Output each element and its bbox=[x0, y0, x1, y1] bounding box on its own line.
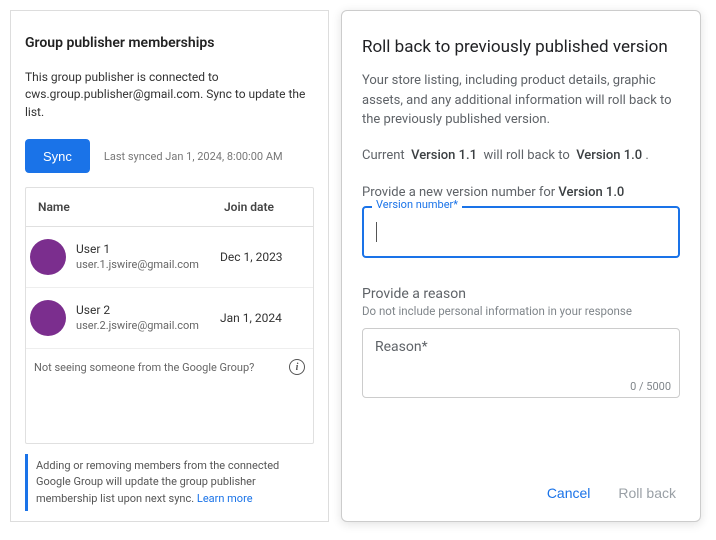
user-email: user.2.jswire@gmail.com bbox=[76, 319, 220, 333]
reason-subtitle: Do not include personal information in y… bbox=[362, 304, 680, 318]
char-count: 0 / 5000 bbox=[630, 380, 671, 393]
table-header: Name Join date bbox=[26, 188, 313, 227]
version-float-label: Version number* bbox=[372, 198, 462, 211]
rollback-button[interactable]: Roll back bbox=[614, 479, 680, 507]
sync-button[interactable]: Sync bbox=[25, 139, 90, 173]
table-row: User 2 user.2.jswire@gmail.com Jan 1, 20… bbox=[26, 288, 313, 349]
dialog-title: Roll back to previously published versio… bbox=[362, 37, 680, 57]
panel-title: Group publisher memberships bbox=[25, 35, 314, 51]
version-number-input[interactable] bbox=[362, 206, 680, 258]
dialog-actions: Cancel Roll back bbox=[362, 463, 680, 507]
col-header-join: Join date bbox=[224, 200, 305, 214]
members-table: Name Join date User 1 user.1.jswire@gmai… bbox=[25, 187, 314, 443]
table-row: User 1 user.1.jswire@gmail.com Dec 1, 20… bbox=[26, 227, 313, 288]
learn-more-link[interactable]: Learn more bbox=[197, 492, 253, 505]
user-name: User 1 bbox=[76, 242, 220, 258]
reason-textarea[interactable]: Reason* 0 / 5000 bbox=[362, 328, 680, 398]
join-date: Jan 1, 2024 bbox=[220, 311, 282, 325]
reason-placeholder: Reason* bbox=[375, 339, 667, 355]
rollback-summary: Current Version 1.1 will roll back to Ve… bbox=[362, 148, 680, 163]
reason-title: Provide a reason bbox=[362, 286, 680, 302]
last-synced-text: Last synced Jan 1, 2024, 8:00:00 AM bbox=[104, 150, 283, 163]
version-number-field: Version number* bbox=[362, 206, 680, 258]
join-date: Dec 1, 2023 bbox=[220, 250, 283, 264]
user-name: User 2 bbox=[76, 303, 220, 319]
avatar bbox=[30, 239, 66, 275]
sync-info-note: Adding or removing members from the conn… bbox=[25, 454, 314, 512]
dialog-description: Your store listing, including product de… bbox=[362, 71, 680, 130]
not-seeing-hint: Not seeing someone from the Google Group… bbox=[26, 349, 313, 385]
cancel-button[interactable]: Cancel bbox=[543, 479, 595, 507]
info-icon[interactable]: i bbox=[289, 359, 305, 375]
user-email: user.1.jswire@gmail.com bbox=[76, 258, 220, 272]
group-publisher-panel: Group publisher memberships This group p… bbox=[10, 10, 329, 522]
rollback-dialog: Roll back to previously published versio… bbox=[341, 10, 701, 522]
panel-description: This group publisher is connected to cws… bbox=[25, 69, 314, 121]
sync-row: Sync Last synced Jan 1, 2024, 8:00:00 AM bbox=[25, 139, 314, 173]
col-header-name: Name bbox=[34, 200, 224, 214]
text-caret bbox=[376, 222, 377, 242]
target-version: Version 1.0 bbox=[576, 148, 642, 163]
table-scroll[interactable]: User 1 user.1.jswire@gmail.com Dec 1, 20… bbox=[26, 227, 313, 349]
current-version: Version 1.1 bbox=[411, 148, 477, 163]
avatar bbox=[30, 300, 66, 336]
